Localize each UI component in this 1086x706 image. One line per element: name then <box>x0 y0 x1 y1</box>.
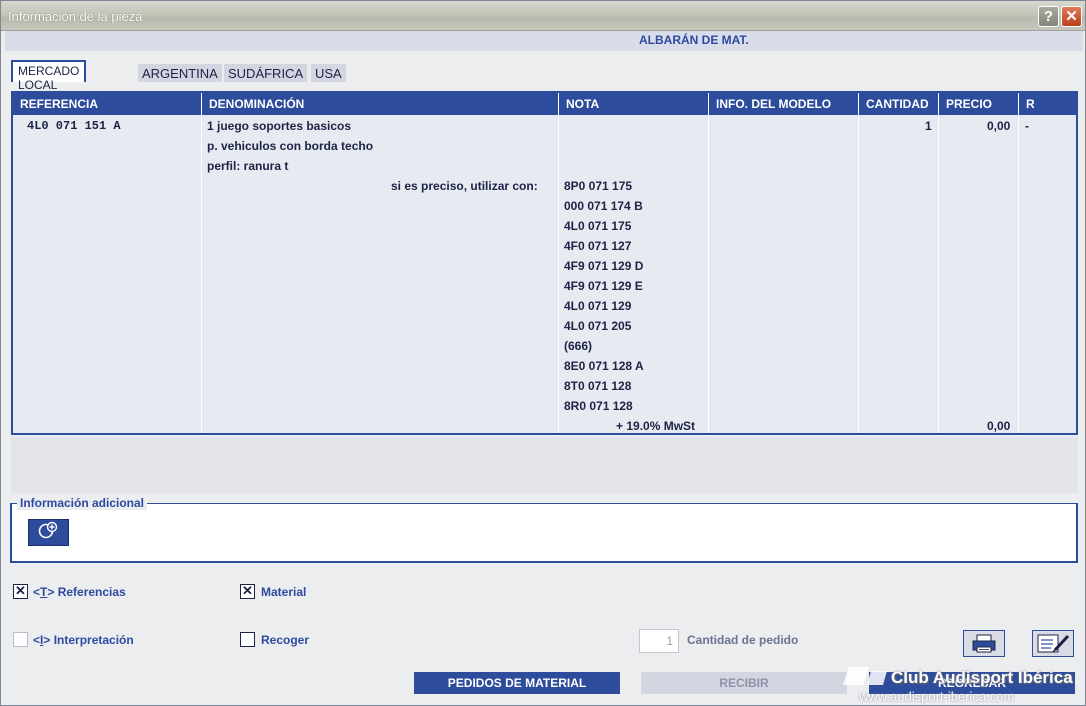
column-header-r[interactable]: R <box>1018 93 1076 115</box>
column-divider <box>708 115 709 433</box>
pedidos-material-button[interactable]: PEDIDOS DE MATERIAL <box>414 672 620 694</box>
interpretacion-text: > Interpretación <box>43 633 134 647</box>
referencias-label[interactable]: <T> Referencias <box>33 585 126 599</box>
column-header-info-modelo[interactable]: INFO. DEL MODELO <box>708 93 858 115</box>
document-header: ALBARÁN DE MAT. <box>5 31 1083 51</box>
order-quantity-label: Cantidad de pedido <box>687 633 799 647</box>
add-info-button[interactable] <box>28 519 69 546</box>
tax-label: + 19.0% MwSt <box>616 419 696 433</box>
nota-item: 4F9 071 129 D <box>564 259 644 273</box>
nota-item: 8R0 071 128 <box>564 399 633 413</box>
column-header-referencia[interactable]: REFERENCIA <box>13 93 201 115</box>
nota-item: 8E0 071 128 A <box>564 359 644 373</box>
nota-item: 000 071 174 B <box>564 199 643 213</box>
column-divider <box>1018 115 1019 433</box>
edit-document-icon <box>1037 634 1070 653</box>
table-header: REFERENCIA DENOMINACIÓN NOTA INFO. DEL M… <box>13 93 1076 115</box>
recoger-label[interactable]: Recoger <box>261 633 309 647</box>
cell-denominacion-line: 1 juego soportes basicos <box>207 119 352 133</box>
nota-item: 4F9 071 129 E <box>564 279 643 293</box>
column-header-cantidad[interactable]: CANTIDAD <box>858 93 938 115</box>
circle-plus-icon <box>38 521 57 539</box>
interpretacion-prefix: < <box>33 633 41 647</box>
tab-sudafrica[interactable]: SUDÁFRICA <box>224 64 308 82</box>
tab-argentina[interactable]: ARGENTINA <box>138 64 222 82</box>
additional-info-legend: Información adicional <box>17 496 148 510</box>
parts-table: REFERENCIA DENOMINACIÓN NOTA INFO. DEL M… <box>11 91 1078 435</box>
tax-value: 0,00 <box>987 419 1011 433</box>
column-header-denominacion[interactable]: DENOMINACIÓN <box>201 93 558 115</box>
title-bar[interactable]: Información de la pieza ? ✕ <box>1 1 1085 31</box>
nota-item: 8P0 071 175 <box>564 179 633 193</box>
cell-referencia[interactable]: 4L0 071 151 A <box>27 119 121 133</box>
referencias-checkbox[interactable]: ✕ <box>13 584 28 599</box>
referencias-prefix: < <box>33 585 41 599</box>
cell-r: - <box>1025 119 1029 133</box>
tab-mercado-local[interactable]: MERCADO LOCAL <box>11 60 87 92</box>
tab-usa[interactable]: USA <box>311 64 346 82</box>
material-label[interactable]: Material <box>261 585 306 599</box>
printer-icon <box>972 634 996 653</box>
nota-item: (666) <box>564 339 593 353</box>
club-logo <box>843 667 887 685</box>
referencias-text: > Referencias <box>47 585 126 599</box>
close-button[interactable]: ✕ <box>1061 6 1082 27</box>
table-footer-area <box>11 437 1078 493</box>
substitute-label: si es preciso, utilizar con: <box>391 179 538 193</box>
additional-info-box <box>10 503 1078 563</box>
column-divider <box>938 115 939 433</box>
nota-item: 4L0 071 205 <box>564 319 632 333</box>
nota-item: 4L0 071 129 <box>564 299 632 313</box>
interpretacion-checkbox[interactable] <box>13 632 28 647</box>
nota-item: 8T0 071 128 <box>564 379 632 393</box>
watermark-url: www.audisport-iberica.com <box>859 689 1015 704</box>
column-header-nota[interactable]: NOTA <box>558 93 708 115</box>
part-info-window: Información de la pieza ? ✕ ALBARÁN DE M… <box>0 0 1086 706</box>
interpretacion-label[interactable]: <I> Interpretación <box>33 633 134 647</box>
column-header-precio[interactable]: PRECIO <box>938 93 1018 115</box>
column-divider <box>201 115 202 433</box>
nota-item: 4F0 071 127 <box>564 239 632 253</box>
watermark: Club Audisport Ibérica www.audisport-ibe… <box>839 661 1085 705</box>
column-divider <box>558 115 559 433</box>
recibir-button[interactable]: RECIBIR <box>641 672 847 694</box>
nota-item: 4L0 071 175 <box>564 219 632 233</box>
column-divider <box>858 115 859 433</box>
cell-precio: 0,00 <box>987 119 1011 133</box>
cell-denominacion-line: perfil: ranura t <box>207 159 289 173</box>
window-title: Información de la pieza <box>8 9 143 24</box>
order-quantity-input[interactable]: 1 <box>639 629 679 653</box>
cell-denominacion-line: p. vehiculos con borda techo <box>207 139 374 153</box>
edit-note-button[interactable] <box>1032 630 1074 657</box>
help-button[interactable]: ? <box>1038 6 1059 27</box>
material-checkbox[interactable]: ✕ <box>240 584 255 599</box>
print-button[interactable] <box>963 630 1005 657</box>
document-title: ALBARÁN DE MAT. <box>639 33 749 47</box>
recoger-checkbox[interactable] <box>240 632 255 647</box>
watermark-text: Club Audisport Ibérica <box>891 668 1073 687</box>
cell-cantidad: 1 <box>925 119 932 133</box>
